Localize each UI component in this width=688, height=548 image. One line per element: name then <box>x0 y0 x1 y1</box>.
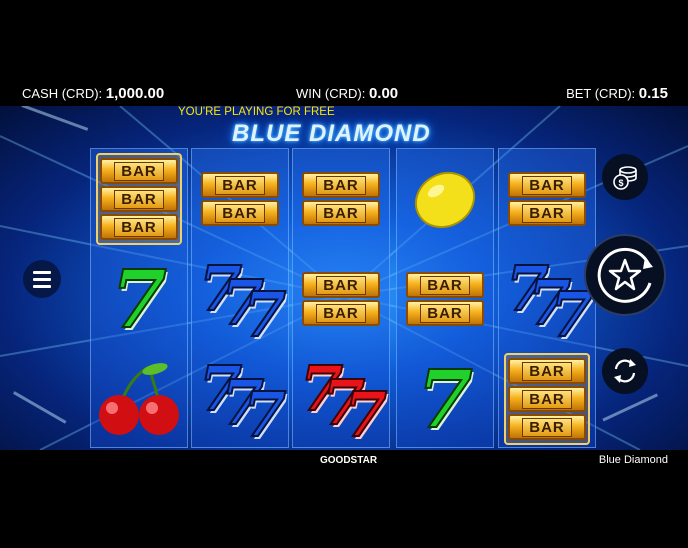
symbol-double-bar: BAR BAR <box>499 149 595 249</box>
footer-bar: GOODSTAR Blue Diamond <box>0 450 688 548</box>
symbol-blue-triple-seven: 7 7 7 <box>505 252 594 351</box>
lemon-icon <box>414 171 476 229</box>
symbol-double-bar: BAR BAR <box>293 149 389 249</box>
menu-button[interactable] <box>23 260 61 298</box>
symbol-double-bar: BAR BAR <box>397 249 493 349</box>
refresh-icon <box>614 359 636 383</box>
reel-2: BAR BAR 7 7 7 7 7 7 <box>191 148 289 448</box>
symbol-triple-bar: BAR BAR BAR <box>91 149 187 249</box>
bet-display: BET (CRD): 0.15 <box>566 85 668 102</box>
symbol-red-triple-seven: 7 7 7 <box>299 352 388 450</box>
provider-name: GOODSTAR <box>320 455 378 466</box>
symbol-blue-triple-seven: 7 7 7 <box>198 252 287 351</box>
symbol-triple-bar: BAR BAR BAR <box>499 349 595 449</box>
win-label: WIN (CRD): <box>296 86 366 101</box>
reel-3: BAR BAR BAR BAR 7 7 7 <box>292 148 390 448</box>
top-status-bar: CASH (CRD): 1,000.00 WIN (CRD): 0.00 BET… <box>0 82 688 106</box>
game-logo-title: BLUE DIAMOND <box>232 120 431 147</box>
star-spin-icon <box>597 247 653 303</box>
cash-label: CASH (CRD): <box>22 86 103 101</box>
svg-text:$: $ <box>618 178 623 188</box>
symbol-green-seven: 7 <box>110 252 168 346</box>
footer-game-title: Blue Diamond <box>598 454 668 466</box>
reel-1: BAR BAR BAR 7 <box>90 148 188 448</box>
win-display: WIN (CRD): 0.00 <box>296 85 398 102</box>
cherries-icon <box>99 363 179 435</box>
win-value: 0.00 <box>368 85 399 102</box>
spin-button[interactable] <box>584 234 666 316</box>
bet-label: BET (CRD): <box>566 86 636 101</box>
symbol-cherries <box>91 349 187 449</box>
menu-icon <box>33 270 51 274</box>
symbol-green-seven: 7 <box>416 352 474 446</box>
game-playfield: YOU'RE PLAYING FOR FREE BLUE DIAMOND BAR… <box>0 106 688 450</box>
symbol-lemon <box>397 149 493 249</box>
coins-icon: $ <box>613 166 637 190</box>
symbol-double-bar: BAR BAR <box>192 149 288 249</box>
reel-5: BAR BAR 7 7 7 BAR BAR BAR <box>498 148 596 448</box>
bet-coins-button[interactable]: $ <box>602 154 648 200</box>
cash-value: 1,000.00 <box>105 85 165 102</box>
symbol-blue-triple-seven: 7 7 7 <box>198 352 287 450</box>
bet-value: 0.15 <box>638 85 668 102</box>
autoplay-button[interactable] <box>602 348 648 394</box>
free-play-banner: YOU'RE PLAYING FOR FREE <box>178 106 335 118</box>
cash-display: CASH (CRD): 1,000.00 <box>22 85 164 102</box>
symbol-double-bar: BAR BAR <box>293 249 389 349</box>
reel-4: BAR BAR 7 <box>396 148 494 448</box>
